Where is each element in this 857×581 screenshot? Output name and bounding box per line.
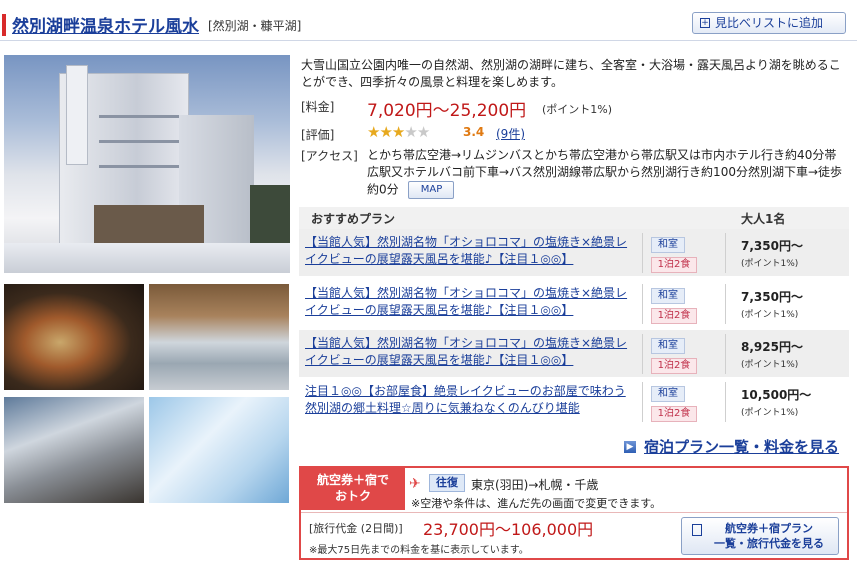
package-badge: 航空券＋宿で おトク — [301, 468, 405, 510]
header-accent-bar — [2, 14, 6, 36]
room-type-badge: 和室 — [651, 386, 685, 402]
plan-price: 7,350円〜 — [741, 290, 803, 304]
photo-entrance — [94, 205, 204, 245]
hotel-photo-meal[interactable] — [4, 284, 144, 390]
plans-header: おすすめプラン 大人1名 — [299, 207, 849, 229]
package-button-line1: 航空券＋宿プラン — [725, 522, 813, 535]
hotel-photo-bath[interactable] — [149, 284, 289, 390]
route-note: ※空港や条件は、進んだ先の画面で変更できます。 — [411, 497, 662, 510]
meal-badge: 1泊2食 — [651, 308, 697, 324]
airplane-icon: ✈ — [409, 476, 421, 492]
hotel-header: 然別湖畔温泉ホテル風水 [然別湖・糠平湖] + 見比べリストに追加 — [0, 8, 857, 42]
column-divider — [642, 334, 643, 374]
column-divider — [642, 233, 643, 273]
hotel-description: 大雪山国立公園内唯一の自然湖、然別湖の湖畔に建ち、全客室・大浴場・露天風呂より湖… — [301, 58, 841, 89]
plan-row: 【当館人気】然別湖名物「オショロコマ」の塩焼き×絶景レイクビューの展望露天風呂を… — [299, 280, 849, 328]
package-badge-line2: おトク — [334, 489, 371, 503]
plan-points: (ポイント1%) — [741, 408, 799, 418]
tour-price: 23,700円〜106,000円 — [423, 520, 594, 539]
column-divider — [725, 334, 726, 374]
access-info: とかち帯広空港→リムジンバスとかち帯広空港から帯広駅又は市内ホテル行き約40分帯… — [367, 147, 847, 199]
view-package-button[interactable]: 航空券＋宿プラン 一覧・旅行代金を見る — [681, 517, 839, 555]
plans-header-price: 大人1名 — [741, 212, 786, 226]
hotel-points: (ポイント1%) — [542, 103, 613, 116]
access-label: [アクセス] — [301, 149, 358, 163]
photo-windows — [99, 115, 179, 118]
plan-points: (ポイント1%) — [741, 360, 799, 370]
room-type-badge: 和室 — [651, 237, 685, 253]
photo-snow — [4, 243, 290, 273]
hotel-region: [然別湖・糠平湖] — [208, 19, 302, 33]
hotel-photo-onsen[interactable] — [4, 397, 144, 503]
meal-badge: 1泊2食 — [651, 257, 697, 273]
column-divider — [725, 233, 726, 273]
map-button[interactable]: MAP — [408, 181, 455, 199]
photo-windows — [99, 140, 179, 143]
plan-price: 7,350円〜 — [741, 239, 803, 253]
plan-points: (ポイント1%) — [741, 259, 799, 269]
plus-box-icon: + — [700, 18, 710, 28]
star-empty-icon: ★ — [416, 123, 430, 141]
header-divider — [0, 40, 857, 41]
plan-name-link[interactable]: 【当館人気】然別湖名物「オショロコマ」の塩焼き×絶景レイクビューの展望露天風呂を… — [305, 285, 635, 319]
meal-badge: 1泊2食 — [651, 358, 697, 374]
rating-stars: ★★★★★ — [367, 123, 430, 141]
flight-route: 東京(羽田)→札幌・千歳 — [471, 478, 599, 492]
round-trip-badge: 往復 — [429, 474, 465, 492]
hotel-name-link[interactable]: 然別湖畔温泉ホテル風水 — [12, 12, 199, 37]
plan-price: 10,500円〜 — [741, 388, 812, 402]
plan-price: 8,925円〜 — [741, 340, 803, 354]
column-divider — [725, 382, 726, 422]
package-button-line2: 一覧・旅行代金を見る — [714, 537, 824, 550]
star-filled-icon: ★ — [391, 123, 405, 141]
column-divider — [725, 284, 726, 324]
rating-label: [評価] — [301, 128, 335, 142]
column-divider — [642, 284, 643, 324]
compare-button-label: 見比べリストに追加 — [715, 16, 824, 30]
plan-list-link-label: 宿泊プラン一覧・料金を見る — [644, 438, 840, 456]
copy-icon — [692, 524, 702, 536]
package-badge-line1: 航空券＋宿で — [316, 473, 389, 487]
room-type-badge: 和室 — [651, 338, 685, 354]
arrow-right-icon: ▶ — [624, 440, 636, 453]
rating-value: 3.4 — [463, 125, 485, 139]
plan-points: (ポイント1%) — [741, 310, 799, 320]
hotel-price: 7,020円〜25,200円 — [367, 101, 527, 121]
air-hotel-package: 航空券＋宿で おトク ✈ 往復 東京(羽田)→札幌・千歳 ※空港や条件は、進んだ… — [299, 466, 849, 560]
plans-header-plan: おすすめプラン — [311, 212, 396, 226]
add-to-compare-button[interactable]: + 見比べリストに追加 — [692, 12, 846, 34]
star-empty-icon: ★ — [404, 123, 417, 141]
price-label: [料金] — [301, 100, 335, 114]
photo-tower — [66, 65, 88, 165]
plan-row: 【当館人気】然別湖名物「オショロコマ」の塩焼き×絶景レイクビューの展望露天風呂を… — [299, 229, 849, 277]
star-filled-icon: ★ — [379, 123, 392, 141]
plan-name-link[interactable]: 【当館人気】然別湖名物「オショロコマ」の塩焼き×絶景レイクビューの展望露天風呂を… — [305, 335, 635, 369]
plan-row: 【当館人気】然別湖名物「オショロコマ」の塩焼き×絶景レイクビューの展望露天風呂を… — [299, 330, 849, 378]
plan-name-link[interactable]: 【当館人気】然別湖名物「オショロコマ」の塩焼き×絶景レイクビューの展望露天風呂を… — [305, 234, 635, 268]
meal-badge: 1泊2食 — [651, 406, 697, 422]
hotel-photo-ice-bar[interactable] — [149, 397, 289, 503]
photo-windows — [99, 165, 179, 168]
plan-list-link[interactable]: ▶ 宿泊プラン一覧・料金を見る — [624, 436, 839, 457]
star-filled-icon: ★ — [367, 123, 380, 141]
room-type-badge: 和室 — [651, 288, 685, 304]
plan-row: 注目１◎◎【お部屋食】絶景レイクビューのお部屋で味わう然別湖の郷土料理☆周りに気… — [299, 378, 849, 426]
plan-name-link[interactable]: 注目１◎◎【お部屋食】絶景レイクビューのお部屋で味わう然別湖の郷土料理☆周りに気… — [305, 383, 635, 417]
column-divider — [642, 382, 643, 422]
hotel-main-photo[interactable] — [4, 55, 290, 273]
reviews-link[interactable]: (9件) — [496, 125, 525, 142]
tour-price-label: [旅行代金 (2日間)] — [309, 522, 403, 535]
package-divider — [301, 512, 847, 513]
tour-price-note: ※最大75日先までの料金を基に表示しています。 — [309, 545, 529, 556]
